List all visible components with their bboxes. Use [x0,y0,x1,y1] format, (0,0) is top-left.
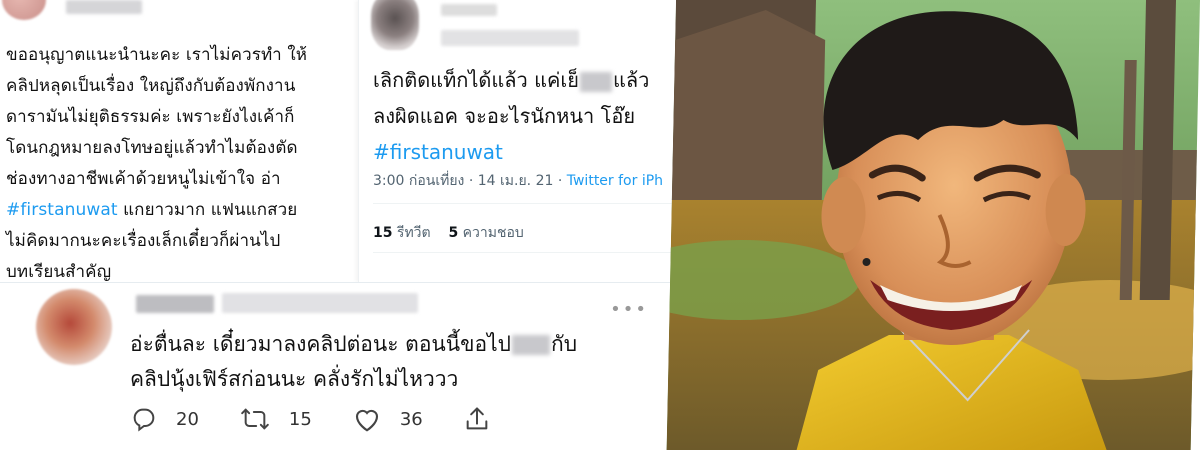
tweet-line-part: อ่ะตื่นละ เดี๋ยวมาลงคลิปต่อนะ ตอนนี้ขอไป [130,332,512,356]
username-blurred [441,4,497,16]
reply-icon [133,408,155,432]
selfie-illustration [666,0,1200,450]
handle-blurred [222,293,418,313]
tweet-mid-text: เลิกติดแท็กได้แล้ว แค่เย็ แล้ว ลงผิดแอค จ… [373,62,683,170]
like-count: 5 [448,225,459,241]
handle-blurred [441,30,579,46]
divider [373,252,685,253]
hashtag-link[interactable]: #firstanuwat [373,134,683,170]
like-button[interactable]: 36 [352,405,423,433]
tweet-line: ช่องทางอาชีพเค้าด้วยหนูไม่เข้าใจ อ่า [6,169,281,189]
retweet-count: 15 [373,225,393,241]
tweet-line-part: เลิกติดแท็กได้แล้ว แค่เย็ [373,68,579,92]
tweet-mid: เลิกติดแท็กได้แล้ว แค่เย็ แล้ว ลงผิดแอค จ… [358,0,685,282]
tweet-line: โดนกฎหมายลงโทษอยู่แล้วทำไมต้องตัด [6,138,298,158]
username-blurred [66,0,142,14]
tweet-meta: 3:00 ก่อนเที่ยง · 14 เม.ย. 21 · Twitter … [373,170,663,192]
retweet-count: 15 [288,408,312,430]
divider [373,203,685,204]
more-options-button[interactable]: ••• [610,299,648,320]
username-blurred [136,295,214,313]
retweet-label: รีทวีต [392,225,431,241]
share-icon [466,407,488,430]
tweet-left: ขออนุญาตแนะนำนะคะ เราไม่ควรทำ ให้ คลิปหล… [0,0,372,292]
tweet-line: เลิกติดแท็กได้แล้ว แค่เย็ แล้ว [373,62,683,98]
tweet-line: ไม่คิดมากนะคะเรื่องเล็กเดี๋ยวก็ผ่านไป [6,231,281,251]
like-count-link[interactable]: 5 ความชอบ [448,225,523,241]
tweet-line: ขออนุญาตแนะนำนะคะ เราไม่ควรทำ ให้ [6,45,308,65]
tweet-line: คลิปนุ้งเฟิร์สก่อนนะ คลั่งรักไม่ไหววว [130,367,459,391]
tweet-line-part: แล้ว [612,68,650,92]
avatar-blurred[interactable] [371,0,419,50]
censor-block [512,335,551,355]
like-count: 36 [399,408,423,430]
tweet-stats: 15 รีทวีต 5 ความชอบ [373,222,524,244]
tweet-line-hashtag: #firstanuwat แกยาวมาก แฟนแกสวย [6,195,368,226]
retweet-icon [241,408,269,430]
like-label: ความชอบ [458,225,524,241]
tweet-bottom-text: อ่ะตื่นละ เดี๋ยวมาลงคลิปต่อนะ ตอนนี้ขอไป… [130,327,577,397]
censor-block [579,71,612,92]
avatar-blurred[interactable] [36,289,112,365]
tweet-line: ดารามันไม่ยุติธรรมค่ะ เพราะยังไงเค้าก็ [6,107,295,127]
selfie-photo [666,0,1200,450]
tweet-bottom: ••• อ่ะตื่นละ เดี๋ยวมาลงคลิปต่อนะ ตอนนี้… [0,282,688,451]
tweet-line-rest: แกยาวมาก แฟนแกสวย [117,200,298,220]
retweet-button[interactable]: 15 [239,405,312,433]
tweet-actions: 20 15 36 [130,401,549,437]
share-button[interactable] [463,405,509,433]
tweet-line: ลงผิดแอค จะอะไรนักหนา โอ๊ย [373,104,636,128]
tweet-line: คลิปหลุดเป็นเรื่อง ใหญ่ถึงกับต้องพักงาน [6,76,296,96]
retweet-count-link[interactable]: 15 รีทวีต [373,225,431,241]
reply-button[interactable]: 20 [130,405,199,433]
tweet-source-link[interactable]: Twitter for iPh [567,173,663,189]
tweet-timestamp[interactable]: 3:00 ก่อนเที่ยง · 14 เม.ย. 21 · [373,173,567,189]
tweet-left-text: ขออนุญาตแนะนำนะคะ เราไม่ควรทำ ให้ คลิปหล… [6,40,368,288]
tweet-line: อ่ะตื่นละ เดี๋ยวมาลงคลิปต่อนะ ตอนนี้ขอไป… [130,327,577,362]
reply-count: 20 [176,408,199,430]
avatar-blurred[interactable] [2,0,46,20]
hashtag-link[interactable]: #firstanuwat [6,200,118,220]
tweet-line-part: กับ [551,332,578,356]
heart-icon [355,409,378,432]
